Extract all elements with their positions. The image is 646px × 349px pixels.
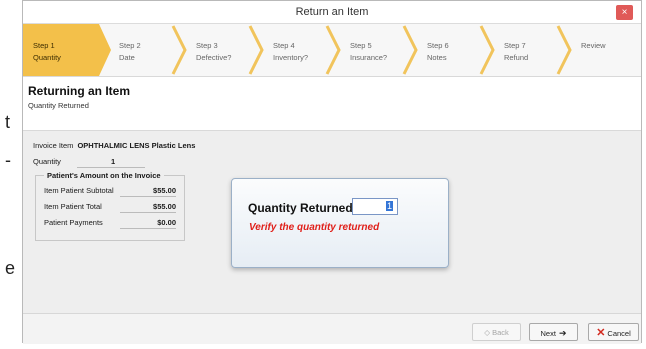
step-label: Insurance? (350, 53, 388, 62)
return-item-window: Return an Item × Step 1 Quantity Step 2 Da… (22, 0, 642, 344)
wizard-footer: ◇ Back Next ➔ ✕ Cancel (23, 313, 641, 344)
background-char: t (5, 112, 11, 132)
quantity-returned-input[interactable]: 1 (352, 198, 398, 215)
background-char: - (5, 150, 11, 170)
amount-row-subtotal: Item Patient Subtotal $55.00 (44, 186, 176, 198)
quantity-returned-value: 1 (385, 201, 393, 211)
back-icon: ◇ (484, 328, 490, 337)
quantity-value: 1 (111, 157, 116, 166)
step-label: Quantity (33, 53, 61, 62)
wizard-steps: Step 1 Quantity Step 2 Date Step 3 Defectiv… (23, 24, 641, 77)
amount-label: Item Patient Total (44, 202, 102, 211)
step-number: Step 4 (273, 41, 295, 50)
arrow-right-icon: ➔ (558, 328, 567, 338)
page-title: Returning an Item (28, 84, 131, 98)
amount-label: Item Patient Subtotal (44, 186, 114, 195)
step-number: Step 2 (119, 41, 141, 50)
divider (120, 228, 176, 229)
amount-value: $55.00 (153, 186, 176, 195)
step-number: Step 3 (196, 41, 218, 50)
back-label: Back (492, 328, 509, 337)
window-title: Return an Item (295, 6, 369, 18)
amount-label: Patient Payments (44, 218, 103, 227)
step-quantity[interactable]: Step 1 Quantity (23, 24, 111, 76)
patient-amount-group: Patient's Amount on the Invoice Item Pat… (35, 171, 185, 241)
step-refund[interactable]: Step 7 Refund (494, 24, 574, 76)
next-button[interactable]: Next ➔ (529, 323, 578, 341)
step-number: Step 5 (350, 41, 372, 50)
step-number: Step 1 (33, 41, 55, 50)
x-icon: ✕ (596, 327, 606, 339)
quantity-label: Quantity (33, 157, 61, 166)
quantity-warning: Verify the quantity returned (249, 222, 380, 233)
close-icon: × (621, 7, 628, 18)
page-subtitle: Quantity Returned (28, 101, 89, 110)
patient-amount-title: Patient's Amount on the Invoice (44, 171, 164, 180)
divider (120, 196, 176, 197)
close-button[interactable]: × (616, 5, 633, 20)
invoice-item: Invoice Item OPHTHALMIC LENS Plastic Lens (33, 141, 195, 150)
amount-row-total: Item Patient Total $55.00 (44, 202, 176, 214)
step-label: Date (119, 53, 135, 62)
invoice-item-value: OPHTHALMIC LENS Plastic Lens (77, 141, 196, 150)
step-inventory[interactable]: Step 4 Inventory? (263, 24, 343, 76)
title-bar: Return an Item × (23, 1, 641, 24)
step-notes[interactable]: Step 6 Notes (417, 24, 497, 76)
back-button[interactable]: ◇ Back (472, 323, 521, 341)
next-label: Next (540, 329, 556, 338)
cancel-button[interactable]: ✕ Cancel (588, 323, 639, 341)
invoice-item-label: Invoice Item (33, 141, 74, 150)
amount-value: $55.00 (153, 202, 176, 211)
page-header: Returning an Item Quantity Returned (23, 77, 641, 131)
main-content: Invoice Item OPHTHALMIC LENS Plastic Lens… (23, 131, 641, 313)
step-number: Review (581, 41, 606, 50)
background-char: e (5, 258, 16, 278)
divider (120, 212, 176, 213)
step-label: Inventory? (273, 53, 309, 62)
step-review[interactable]: Review (571, 24, 641, 76)
quantity-returned-panel: Quantity Returned 1 Verify the quantity … (231, 178, 449, 268)
step-label: Defective? (196, 53, 232, 62)
step-insurance[interactable]: Step 5 Insurance? (340, 24, 420, 76)
invoice-quantity: Quantity 1 (33, 157, 145, 168)
background-document-edge: t - e (0, 0, 22, 349)
divider (77, 167, 145, 168)
amount-row-payments: Patient Payments $0.00 (44, 218, 176, 230)
amount-value: $0.00 (157, 218, 176, 227)
cancel-label: Cancel (607, 329, 631, 338)
step-label: Notes (427, 53, 447, 62)
step-date[interactable]: Step 2 Date (109, 24, 189, 76)
step-number: Step 6 (427, 41, 449, 50)
step-label: Refund (504, 53, 529, 62)
quantity-returned-label: Quantity Returned (248, 201, 353, 215)
step-defective[interactable]: Step 3 Defective? (186, 24, 266, 76)
step-number: Step 7 (504, 41, 526, 50)
